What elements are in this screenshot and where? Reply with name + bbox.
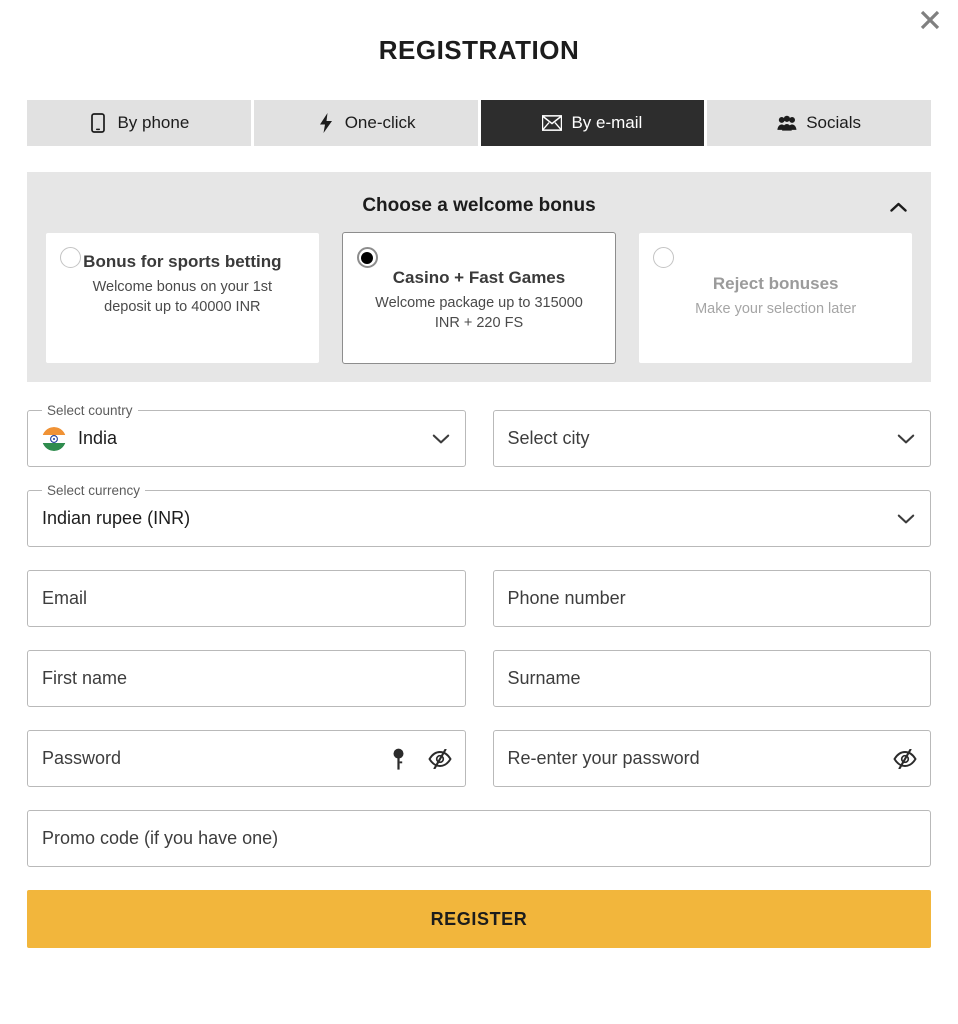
password-field-actions [388,748,452,770]
chevron-up-icon [889,202,907,213]
bonus-radio-reject[interactable] [653,247,675,268]
chevron-down-icon[interactable] [896,509,916,529]
surname-field-placeholder: Surname [507,668,581,688]
registration-modal: REGISTRATION By phone One-click By e-mai… [0,0,958,1024]
bonus-card-description: Make your selection later [695,301,857,317]
first-name-field[interactable]: First name [27,650,466,707]
india-flag-icon [42,426,66,451]
bonus-card-reject[interactable]: Reject bonuses Make your selection later [638,232,914,364]
registration-form: Select country India Select city Select … [27,403,931,867]
bonus-card-title: Reject bonuses [712,274,839,293]
chevron-down-icon[interactable] [896,429,916,449]
chevron-down-icon[interactable] [431,429,451,449]
form-row-currency: Select currency Indian rupee (INR) [27,483,931,547]
promo-code-field[interactable]: Promo code (if you have one) [27,810,931,867]
generate-password-button[interactable] [388,748,410,770]
page-title: REGISTRATION [378,35,580,65]
password-confirm-field-actions [893,748,917,770]
password-field-placeholder: Password [42,748,122,768]
form-row-name: First name Surname [27,650,931,707]
currency-select[interactable]: Select currency Indian rupee (INR) [27,483,931,547]
phone-field-placeholder: Phone number [507,588,626,608]
form-row-promo: Promo code (if you have one) [27,810,931,867]
email-field[interactable]: Email [27,570,466,627]
register-button[interactable]: REGISTER [27,890,931,948]
email-field-placeholder: Email [42,588,88,608]
bonus-card-list: Bonus for sports betting Welcome bonus o… [45,232,914,364]
city-select-placeholder: Select city [507,428,590,448]
country-select-value: India [78,428,118,448]
mobile-phone-icon [88,113,108,133]
bonus-radio-sports[interactable] [60,247,81,268]
welcome-bonus-header: Choose a welcome bonus [45,186,913,232]
bonus-card-casino[interactable]: Casino + Fast Games Welcome package up t… [341,232,617,364]
phone-field[interactable]: Phone number [492,570,931,627]
password-confirm-field[interactable]: Re-enter your password [492,730,931,787]
form-row-contact: Email Phone number [27,570,931,627]
city-select[interactable]: Select city [492,410,931,467]
first-name-field-placeholder: First name [42,668,128,688]
country-select[interactable]: Select country India [27,403,466,467]
close-button[interactable] [912,2,948,38]
toggle-password-visibility-button[interactable] [427,748,452,770]
password-field[interactable]: Password [27,730,466,787]
surname-field[interactable]: Surname [492,650,931,707]
welcome-bonus-heading: Choose a welcome bonus [362,195,596,216]
country-select-label: Select country [42,403,138,418]
registration-method-tabs: By phone One-click By e-mail Socials [27,100,931,146]
bonus-card-sports[interactable]: Bonus for sports betting Welcome bonus o… [45,232,320,364]
tab-by-phone[interactable]: By phone [27,100,251,146]
form-row-password: Password Re-enter your password [27,730,931,787]
form-row-location: Select country India Select city [27,403,931,467]
envelope-icon [542,113,563,133]
tab-socials[interactable]: Socials [707,100,931,146]
tab-by-email[interactable]: By e-mail [480,100,705,146]
tab-one-click-label: One-click [344,113,416,132]
bonus-card-description: Welcome bonus on your 1st deposit up to … [92,279,273,315]
eye-slash-icon [427,748,452,769]
bonus-card-title: Casino + Fast Games [392,268,566,287]
tab-one-click[interactable]: One-click [253,100,478,146]
eye-slash-icon [893,748,917,769]
bonus-radio-casino[interactable] [356,247,378,268]
welcome-bonus-panel: Choose a welcome bonus Bonus for sports … [27,172,931,382]
tab-by-phone-label: By phone [117,113,190,132]
bonus-collapse-button[interactable] [885,194,911,220]
currency-select-value: Indian rupee (INR) [42,508,191,528]
people-group-icon [777,113,797,133]
tab-socials-label: Socials [806,113,862,132]
key-icon [392,748,405,770]
password-confirm-field-placeholder: Re-enter your password [507,748,700,768]
bonus-card-title: Bonus for sports betting [83,252,282,271]
close-icon [917,7,943,33]
promo-code-field-placeholder: Promo code (if you have one) [42,828,279,848]
bonus-card-description: Welcome package up to 315000 INR + 220 F… [375,295,583,331]
currency-select-label: Select currency [42,483,146,498]
tab-by-email-label: By e-mail [571,113,643,132]
toggle-password-confirm-visibility-button[interactable] [893,748,917,770]
lightning-bolt-icon [316,113,336,133]
